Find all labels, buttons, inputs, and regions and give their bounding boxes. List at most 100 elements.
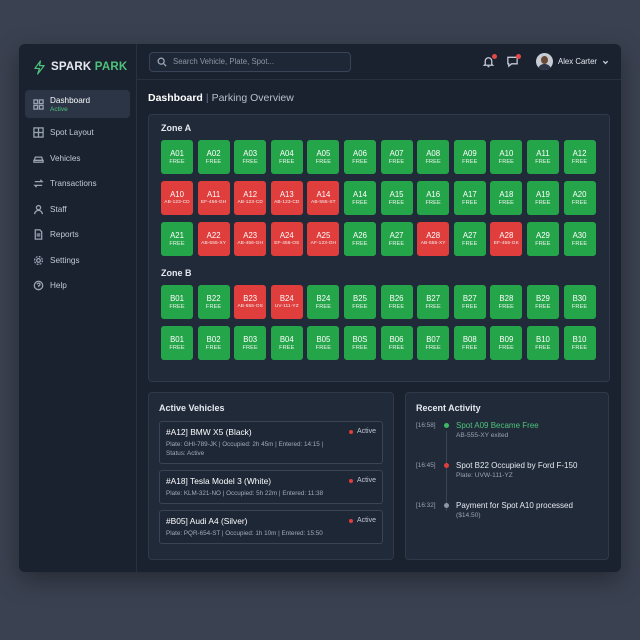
parking-spot-occupied[interactable]: A14 AB-555-ST <box>307 181 340 215</box>
activity-item[interactable]: [16:45] Spot B22 Occupied by Ford F-150 Pl… <box>416 461 598 481</box>
parking-spot-free[interactable]: B22 FREE <box>197 285 230 319</box>
parking-spot-free[interactable]: A27 FREE <box>453 222 486 256</box>
sidebar-item-reports[interactable]: Reports <box>25 222 130 248</box>
parking-spot-free[interactable]: A21 FREE <box>161 222 193 256</box>
search-box[interactable] <box>149 51 351 72</box>
parking-spot-free[interactable]: A18 FREE <box>490 181 523 215</box>
parking-spot-free[interactable]: B01 FREE <box>161 285 193 319</box>
parking-spot-free[interactable]: A01 FREE <box>161 140 193 174</box>
parking-spot-free[interactable]: A30 FREE <box>563 222 596 256</box>
parking-spot-free[interactable]: B10 FREE <box>526 326 559 360</box>
parking-spot-free[interactable]: A09 FREE <box>453 140 486 174</box>
search-input[interactable] <box>173 57 343 66</box>
sidebar-item-settings[interactable]: Settings <box>25 248 130 274</box>
parking-spot-free[interactable]: B07 FREE <box>417 326 450 360</box>
parking-spot-occupied[interactable]: A11 EF-456-GH <box>197 181 230 215</box>
parking-spot-free[interactable]: A15 FREE <box>380 181 413 215</box>
page-subtitle: Parking Overview <box>211 92 294 104</box>
message-badge <box>516 53 521 59</box>
sidebar-item-dashboard[interactable]: Dashboard Active <box>25 90 130 118</box>
parking-spot-free[interactable]: A10 FREE <box>490 140 523 174</box>
spot-status: FREE <box>462 303 478 310</box>
parking-spot-free[interactable]: B10 FREE <box>563 326 596 360</box>
vehicle-card[interactable]: #B05] Audi A4 (Silver) Active Plate: PQR-6… <box>159 510 383 544</box>
parking-spot-free[interactable]: B06 FREE <box>380 326 413 360</box>
parking-spot-occupied[interactable]: B24 UV-111-YZ <box>270 285 303 319</box>
parking-spot-free[interactable]: A26 FREE <box>343 222 376 256</box>
spot-id: A21 <box>170 230 184 240</box>
parking-spot-free[interactable]: A04 FREE <box>270 140 303 174</box>
top-bar: Alex Carter <box>137 44 621 80</box>
parking-spot-free[interactable]: B09 FREE <box>490 326 523 360</box>
spot-id: A14 <box>353 189 367 199</box>
parking-spot-free[interactable]: A14 FREE <box>343 181 376 215</box>
spot-id: B03 <box>243 334 258 344</box>
parking-spot-occupied[interactable]: A12 AB-123-CD <box>234 181 267 215</box>
parking-spot-free[interactable]: B25 FREE <box>343 285 376 319</box>
vehicle-card[interactable]: #A12] BMW X5 (Black) Active Plate: GHI-789… <box>159 421 383 464</box>
parking-spot-free[interactable]: A16 FREE <box>417 181 450 215</box>
spot-id: A05 <box>316 148 331 158</box>
parking-spot-free[interactable]: B27 FREE <box>453 285 486 319</box>
sidebar-item-vehicles[interactable]: Vehicles <box>25 146 130 172</box>
sidebar-item-label: Settings <box>50 255 80 265</box>
parking-spot-free[interactable]: A02 FREE <box>197 140 230 174</box>
parking-spot-free[interactable]: B01 FREE <box>161 326 193 360</box>
sidebar-item-transactions[interactable]: Transactions <box>25 171 130 197</box>
parking-spot-free[interactable]: B28 FREE <box>490 285 523 319</box>
spot-status: AB-123-CD <box>274 199 300 205</box>
activity-item[interactable]: [16:58] Spot A09 Became Free AB-555-XY exi… <box>416 421 598 441</box>
parking-spot-free[interactable]: A27 FREE <box>380 222 413 256</box>
spot-status: FREE <box>279 158 295 165</box>
activity-item[interactable]: [16:32] Payment for Spot A10 processed ($1… <box>416 501 598 521</box>
parking-spot-occupied[interactable]: A23 AB-456-GH <box>234 222 267 256</box>
parking-spot-free[interactable]: A07 FREE <box>380 140 413 174</box>
parking-spot-free[interactable]: A06 FREE <box>343 140 376 174</box>
spot-status: FREE <box>169 344 185 351</box>
notifications-button[interactable] <box>482 53 497 69</box>
parking-spot-free[interactable]: B03 FREE <box>234 326 267 360</box>
parking-spot-free[interactable]: A12 FREE <box>563 140 596 174</box>
sidebar-item-help[interactable]: Help <box>25 273 130 299</box>
user-menu[interactable]: Alex Carter <box>536 53 609 71</box>
parking-spot-free[interactable]: B29 FREE <box>526 285 559 319</box>
parking-spot-free[interactable]: A11 FREE <box>526 140 559 174</box>
parking-spot-free[interactable]: B26 FREE <box>380 285 413 319</box>
spot-status: FREE <box>425 199 441 206</box>
parking-spot-free[interactable]: A20 FREE <box>563 181 596 215</box>
brand-logo[interactable]: SPARK PARK <box>19 56 136 78</box>
vehicle-card[interactable]: #A18] Tesla Model 3 (White) Active Plate: … <box>159 470 383 504</box>
parking-spot-occupied[interactable]: A25 AF-123-OH <box>307 222 340 256</box>
parking-spot-occupied[interactable]: A28 AB-555-XY <box>417 222 450 256</box>
parking-spot-free[interactable]: A29 FREE <box>526 222 559 256</box>
parking-spot-occupied[interactable]: A22 AB-555-XY <box>197 222 230 256</box>
parking-spot-free[interactable]: A05 FREE <box>307 140 340 174</box>
status-badge: Active <box>348 428 376 435</box>
parking-spot-occupied[interactable]: A28 EF-456-GK <box>490 222 523 256</box>
parking-spot-free[interactable]: A19 FREE <box>526 181 559 215</box>
parking-spot-free[interactable]: A17 FREE <box>453 181 486 215</box>
parking-spot-occupied[interactable]: A13 AB-123-CD <box>270 181 303 215</box>
parking-spot-occupied[interactable]: B23 AB-555-OS <box>234 285 267 319</box>
parking-spot-free[interactable]: B04 FREE <box>270 326 303 360</box>
parking-spot-occupied[interactable]: A10 AB-123-CD <box>161 181 193 215</box>
messages-button[interactable] <box>506 53 521 69</box>
parking-spot-free[interactable]: B08 FREE <box>453 326 486 360</box>
parking-spot-free[interactable]: B24 FREE <box>307 285 340 319</box>
parking-spot-free[interactable]: A08 FREE <box>417 140 450 174</box>
help-icon <box>33 280 44 291</box>
parking-spot-free[interactable]: B30 FREE <box>563 285 596 319</box>
spot-id: B27 <box>462 293 477 303</box>
parking-spot-free[interactable]: B02 FREE <box>197 326 230 360</box>
parking-spot-occupied[interactable]: A24 EF-456-OS <box>270 222 303 256</box>
main-area: Alex Carter Dashboard|Parking Overview Z… <box>137 44 621 572</box>
parking-spot-free[interactable]: B05 FREE <box>307 326 340 360</box>
sidebar-item-spot-layout[interactable]: Spot Layout <box>25 120 130 146</box>
spot-status: FREE <box>498 158 514 165</box>
sidebar-item-staff[interactable]: Staff <box>25 197 130 223</box>
parking-spot-free[interactable]: B0S FREE <box>343 326 376 360</box>
spot-status: AB-555-XY <box>201 240 227 246</box>
parking-spot-free[interactable]: B27 FREE <box>417 285 450 319</box>
zone-title: Zone B <box>161 268 192 278</box>
parking-spot-free[interactable]: A03 FREE <box>234 140 267 174</box>
